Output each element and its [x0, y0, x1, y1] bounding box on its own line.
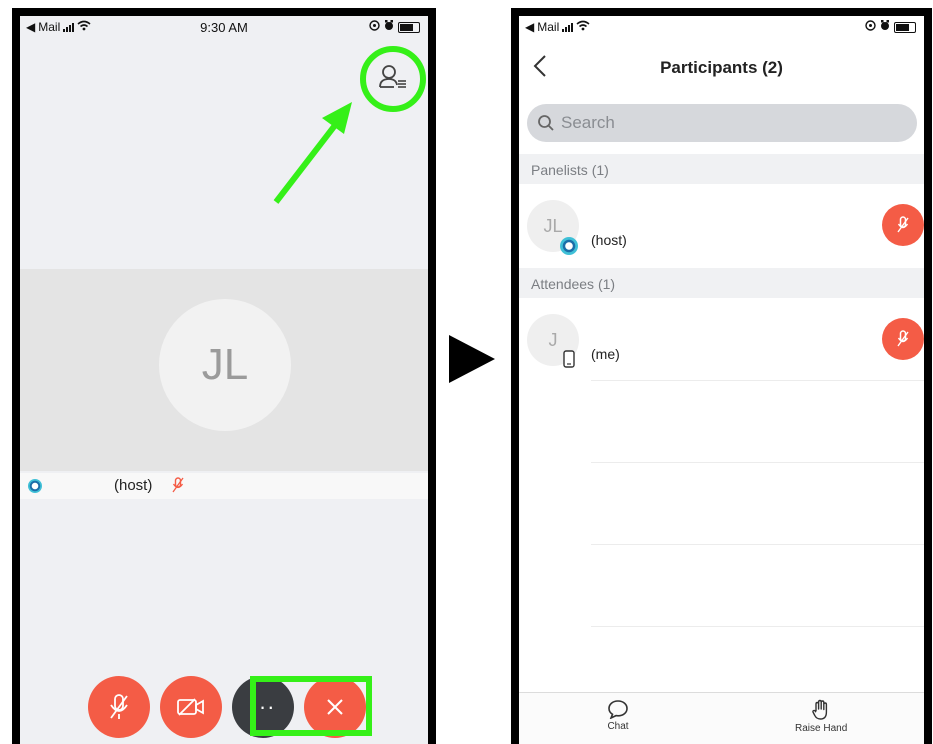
divider [591, 462, 924, 463]
status-time: 9:30 AM [200, 20, 248, 35]
list-item-attendee[interactable]: J (me) [519, 300, 924, 380]
status-bar: ◀ Mail 9:30 AM [20, 16, 428, 38]
signal-icon [562, 22, 574, 32]
alarm-icon [880, 20, 890, 34]
divider [591, 626, 924, 627]
raise-hand-icon [812, 699, 828, 720]
video-area: JL [20, 269, 428, 471]
list-item-panelist[interactable]: JL (host) [519, 186, 924, 266]
back-arrow-icon[interactable]: ◀ [525, 20, 534, 34]
battery-icon [398, 21, 420, 33]
mic-off-icon [897, 330, 909, 347]
video-off-icon [177, 698, 204, 716]
raise-hand-highlight [250, 676, 372, 736]
mic-off-icon [897, 216, 909, 233]
tab-raise-hand[interactable]: Raise Hand [795, 699, 847, 734]
search-input[interactable] [561, 113, 891, 133]
wifi-icon [576, 20, 590, 34]
muted-mic-icon [172, 477, 184, 497]
webex-badge-icon [560, 237, 578, 255]
participants-icon[interactable] [378, 63, 408, 96]
divider [591, 380, 924, 381]
attendees-header: Attendees (1) [519, 268, 924, 298]
participants-highlight [360, 46, 426, 112]
participant-name: (host) [591, 232, 627, 248]
panelists-header: Panelists (1) [519, 154, 924, 184]
chat-bubble-icon [608, 700, 628, 719]
mobile-device-icon [563, 350, 575, 373]
meeting-screen: ◀ Mail 9:30 AM JL (host) ··· [20, 16, 428, 744]
mic-off-icon [110, 694, 128, 719]
transition-arrow-icon [449, 335, 495, 383]
phone-right: ◀ Mail Participants (2) Search Panelists… [511, 8, 932, 744]
search-bar[interactable] [527, 104, 917, 142]
phone-left: ◀ Mail 9:30 AM JL (host) ··· [12, 8, 436, 744]
participants-screen: ◀ Mail Participants (2) Search Panelists… [519, 16, 924, 744]
page-title: Participants (2) [660, 58, 783, 77]
tab-chat[interactable]: Chat [607, 699, 629, 732]
bottom-tab-bar: Chat Raise Hand [519, 692, 924, 744]
rotation-lock-icon [369, 20, 380, 34]
host-label: (host) [114, 477, 153, 494]
divider [591, 544, 924, 545]
tab-chat-label: Chat [607, 721, 629, 732]
alarm-icon [384, 20, 394, 34]
battery-icon [894, 21, 916, 33]
tab-raise-hand-label: Raise Hand [795, 723, 848, 734]
participant-mute-button[interactable] [882, 318, 924, 360]
search-icon [538, 115, 554, 131]
participant-mute-button[interactable] [882, 204, 924, 246]
avatar: JL [159, 299, 291, 431]
participant-name: (me) [591, 346, 620, 362]
rotation-lock-icon [865, 20, 876, 34]
mute-button[interactable] [88, 676, 150, 738]
video-toggle-button[interactable] [160, 676, 222, 738]
back-app-label[interactable]: Mail [537, 20, 559, 34]
status-bar: ◀ Mail [519, 16, 924, 38]
active-speaker-bar: (host) [20, 473, 428, 499]
webex-badge-icon [28, 479, 42, 493]
